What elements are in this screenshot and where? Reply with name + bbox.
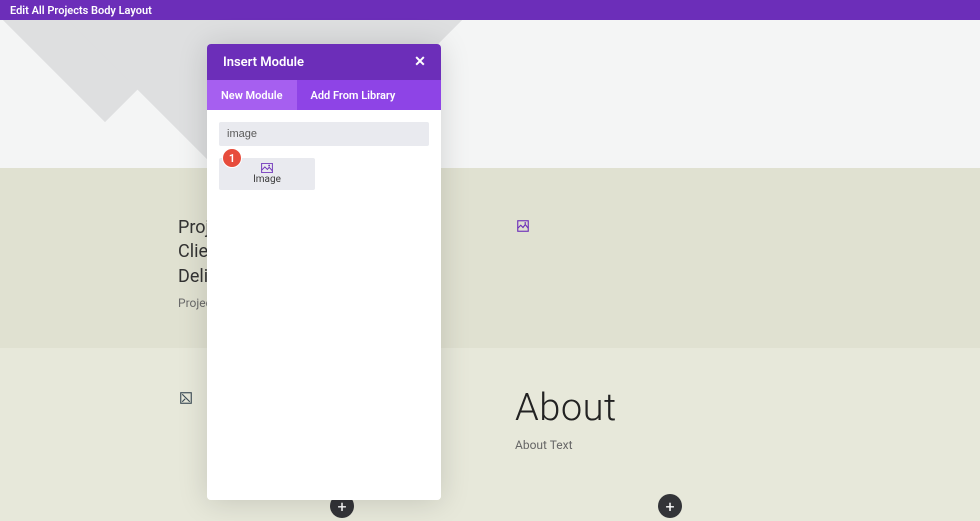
- modal-body: Image: [207, 110, 441, 500]
- about-section-bg: [0, 348, 980, 521]
- close-button[interactable]: ✕: [411, 53, 429, 71]
- about-text: About Text: [515, 438, 617, 452]
- top-bar: Edit All Projects Body Layout: [0, 0, 980, 20]
- tab-add-from-library[interactable]: Add From Library: [297, 80, 410, 110]
- tab-label: New Module: [221, 89, 283, 102]
- project-info-section: Project Name Client Deliverable Project …: [0, 168, 980, 348]
- broken-image-icon: [180, 392, 192, 404]
- add-module-button[interactable]: +: [658, 494, 682, 518]
- tab-label: Add From Library: [311, 89, 396, 102]
- insert-module-modal: Insert Module ✕ New Module Add From Libr…: [207, 44, 441, 500]
- modal-tabs: New Module Add From Library: [207, 80, 441, 110]
- about-block: About About Text: [515, 386, 617, 452]
- plus-icon: +: [665, 497, 674, 516]
- close-icon: ✕: [414, 54, 426, 70]
- modal-title: Insert Module: [223, 55, 304, 70]
- hero-background: [0, 20, 980, 168]
- module-results: Image: [219, 158, 429, 190]
- callout-number: 1: [229, 152, 235, 165]
- top-bar-title: Edit All Projects Body Layout: [10, 4, 152, 17]
- about-heading: About: [515, 386, 617, 430]
- image-icon: [261, 163, 273, 173]
- module-search-input[interactable]: [219, 122, 429, 146]
- broken-image-icon: [517, 220, 529, 232]
- modal-header: Insert Module ✕: [207, 44, 441, 80]
- step-callout: 1: [222, 148, 242, 168]
- module-label: Image: [253, 174, 281, 185]
- tab-new-module[interactable]: New Module: [207, 80, 297, 110]
